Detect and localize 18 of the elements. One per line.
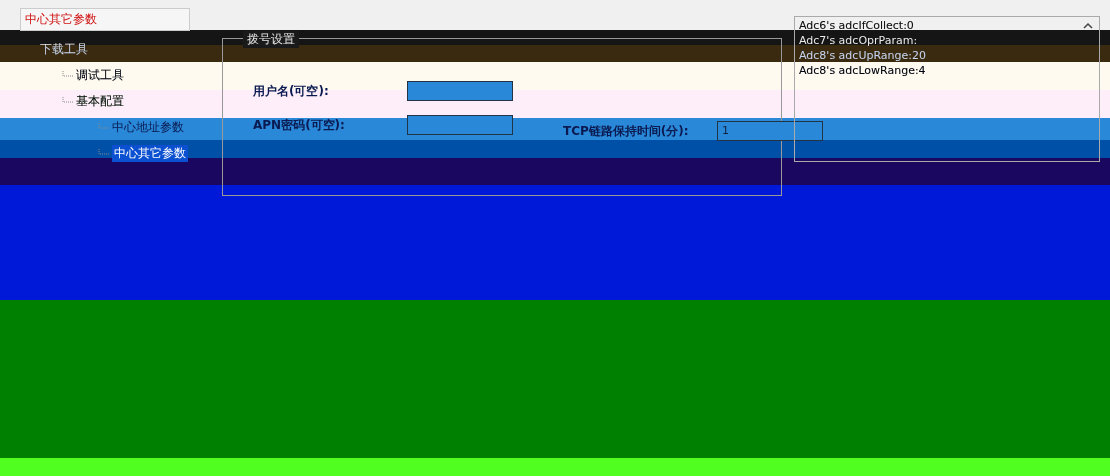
log-line: Adc7's adcOprParam: [799,34,919,47]
input-field[interactable] [407,115,513,135]
tree-item[interactable]: 调试工具 [76,67,124,84]
log-line: Adc8's adcLowRange:4 [799,64,927,77]
log-line: Adc6's adcIfCollect:0 [799,19,915,32]
group-title: 拨号设置 [243,31,299,48]
tree-item[interactable]: 中心地址参数 [112,119,184,136]
tree-item[interactable]: 基本配置 [76,93,124,110]
field-label: APN密码(可空): [253,116,346,134]
scroll-up-icon[interactable] [1083,22,1093,29]
tree-item[interactable]: 中心其它参数 [112,145,188,162]
log-line: Adc8's adcUpRange:20 [799,49,927,62]
tree-item[interactable]: 下载工具 [40,41,88,58]
field-label: 用户名(可空): [253,82,330,100]
input-field[interactable] [407,81,513,101]
field-label: TCP链路保持时间(分): [563,122,690,140]
selector-field[interactable]: 中心其它参数 [20,8,190,31]
input-field[interactable]: 1 [717,121,823,141]
